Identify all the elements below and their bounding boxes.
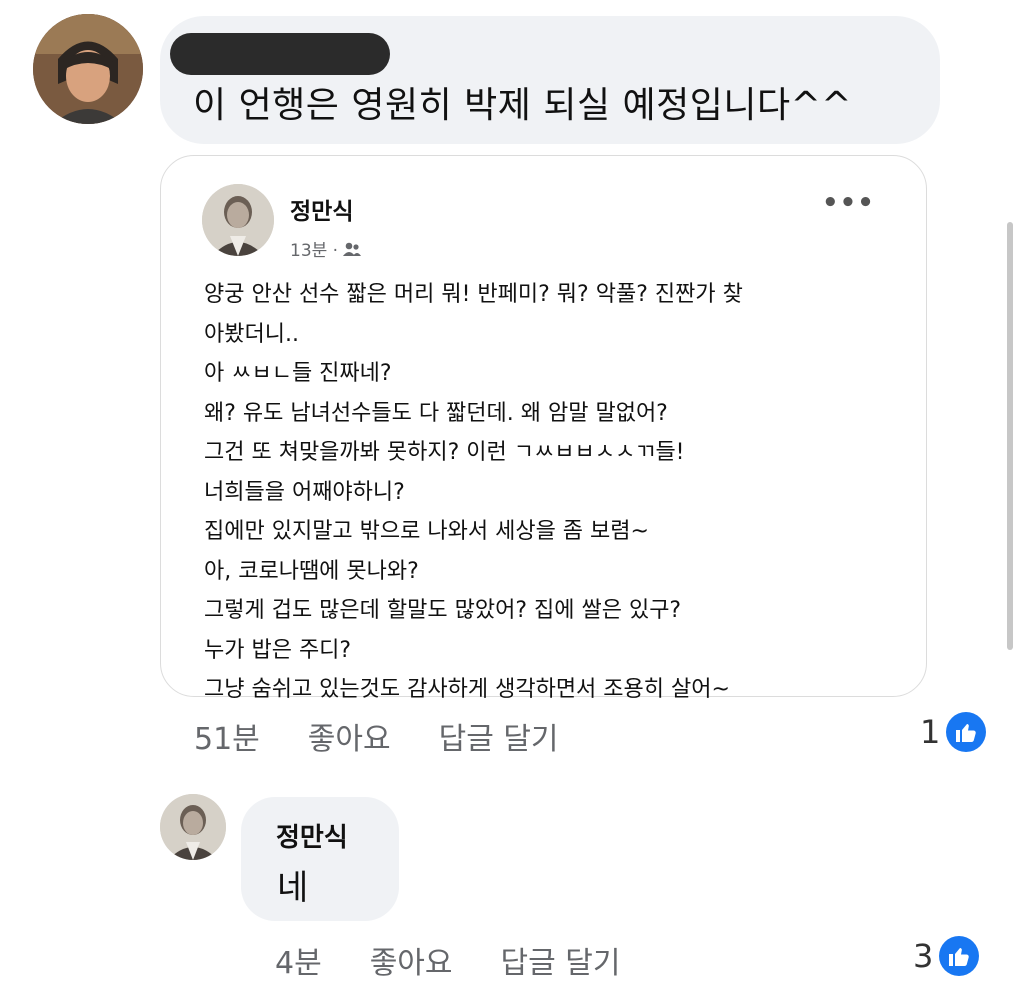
reaction-count: 1 — [920, 713, 941, 751]
comment-reactions[interactable]: 1 — [920, 712, 987, 752]
comment-time: 51분 — [194, 722, 260, 757]
like-link[interactable]: 좋아요 — [370, 938, 453, 982]
post-line: 왜? 유도 남녀선수들도 다 짧던데. 왜 암말 말없어? — [204, 400, 668, 426]
redacted-username — [170, 33, 390, 75]
commenter-avatar[interactable] — [33, 14, 143, 124]
post-line: 그렇게 겁도 많은데 할말도 많았어? 집에 쌀은 있구? — [204, 598, 682, 623]
post-line: 집에만 있지말고 밖으로 나와서 세상을 좀 보렴~ — [204, 519, 649, 544]
reply-text: 네 — [277, 868, 309, 908]
like-icon — [939, 936, 980, 976]
reply-bubble — [241, 797, 399, 921]
post-line: 아, 코로나땜에 못나와? — [204, 558, 419, 584]
post-meta: 13분 · — [290, 236, 362, 261]
post-line: 아 ㅆㅂㄴ들 진짜네? — [204, 361, 392, 386]
reaction-count: 3 — [913, 937, 934, 975]
post-line: 그건 또 쳐맞을까봐 못하지? 이런 ㄱㅆㅂㅂㅅㅅㄲ들! — [204, 440, 685, 465]
friends-icon — [343, 242, 362, 256]
reply-reactions[interactable]: 3 — [913, 936, 980, 976]
like-link[interactable]: 좋아요 — [308, 714, 391, 758]
post-line: 그냥 숨쉬고 있는것도 감사하게 생각하면서 조용히 살어~ — [204, 677, 730, 702]
reply-author-name[interactable]: 정만식 — [276, 817, 348, 854]
post-author-name[interactable]: 정만식 — [290, 192, 353, 226]
post-line: 누가 밥은 주디? — [204, 637, 352, 663]
reply-link[interactable]: 답글 달기 — [439, 714, 559, 758]
scrollbar[interactable] — [1007, 222, 1013, 650]
comment-text: 이 언행은 영원히 박제 되실 예정입니다^^ — [193, 85, 852, 126]
post-line: 너희들을 어째야하니? — [204, 479, 405, 505]
comment-actions: 51분 좋아요 답글 달기 — [194, 714, 607, 758]
post-author-avatar[interactable] — [202, 184, 274, 256]
more-options-icon[interactable]: ••• — [822, 188, 875, 218]
post-line: 양궁 안산 선수 짧은 머리 뭐! 반페미? 뭐? 악풀? 진짠가 찾 — [204, 282, 743, 307]
reply-time: 4분 — [275, 946, 322, 981]
reply-actions: 4분 좋아요 답글 달기 — [275, 938, 668, 982]
reply-link[interactable]: 답글 달기 — [501, 938, 621, 982]
post-body: 양궁 안산 선수 짧은 머리 뭐! 반페미? 뭐? 악풀? 진짠가 찾 아봤더니… — [204, 275, 743, 710]
reply-author-avatar[interactable] — [160, 794, 226, 860]
post-time: 13분 · — [290, 241, 339, 261]
post-line: 아봤더니.. — [204, 321, 299, 347]
like-icon — [946, 712, 987, 752]
